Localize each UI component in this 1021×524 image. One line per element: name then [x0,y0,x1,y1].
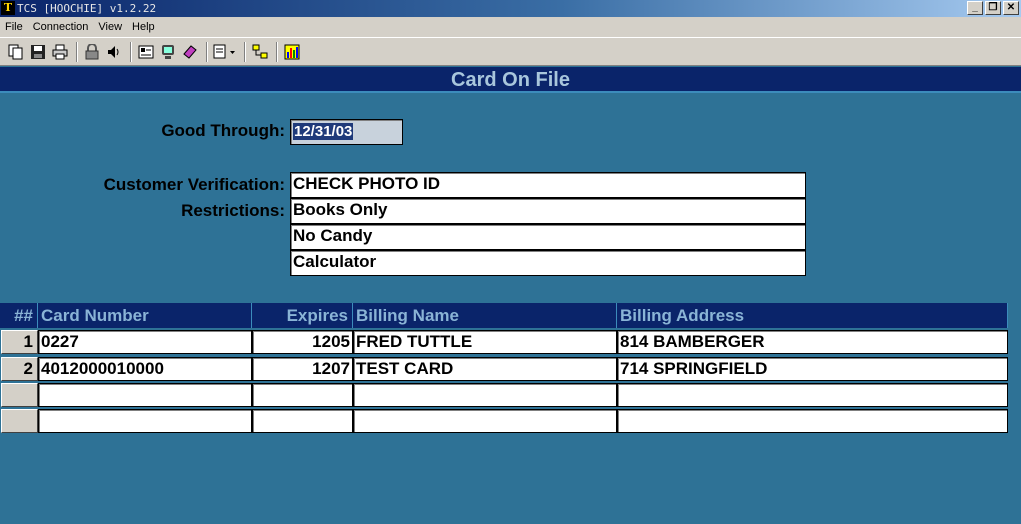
copy-icon[interactable] [6,42,26,62]
restriction-field-1[interactable]: Books Only [290,198,806,224]
column-header-number: ## [0,303,38,328]
billing-address-cell[interactable] [617,383,1008,407]
row-number[interactable]: 2 [1,357,38,381]
page-title: Card On File [451,69,570,91]
billing-name-cell[interactable] [353,383,617,407]
chart-icon[interactable] [282,42,302,62]
good-through-label: Good Through: [161,121,285,140]
restrictions-label: Restrictions: [181,201,285,220]
expires-cell[interactable] [252,409,353,433]
card-number-cell[interactable]: 4012000010000 [38,357,252,381]
menu-help[interactable]: Help [127,21,160,33]
menu-file[interactable]: File [0,21,28,33]
column-header-billing-name[interactable]: Billing Name [353,303,617,328]
toolbar [0,37,1021,66]
card-number-cell[interactable]: 0227 [38,330,252,354]
monitor-icon[interactable] [158,42,178,62]
toolbar-separator [76,41,78,62]
restriction-field-3[interactable]: Calculator [290,250,806,276]
window-title: TCS [HOOCHIE] v1.2.22 [17,2,157,15]
toolbar-separator [244,41,246,62]
network-icon[interactable] [250,42,270,62]
billing-address-cell[interactable]: 814 BAMBERGER [617,330,1008,354]
column-header-card-number[interactable]: Card Number [38,303,252,328]
billing-address-cell[interactable] [617,409,1008,433]
menu-view[interactable]: View [93,21,127,33]
menu-connection[interactable]: Connection [28,21,94,33]
minimize-button[interactable]: _ [967,1,983,15]
column-header-expires[interactable]: Expires [252,303,353,328]
print-icon[interactable] [50,42,70,62]
app-icon[interactable]: T [1,1,15,15]
properties-icon[interactable] [136,42,156,62]
billing-address-cell[interactable]: 714 SPRINGFIELD [617,357,1008,381]
expires-cell[interactable] [252,383,353,407]
column-header-billing-address[interactable]: Billing Address [617,303,1008,328]
expires-cell[interactable]: 1207 [252,357,353,381]
title-bar: T TCS [HOOCHIE] v1.2.22 _ ❐ ✕ [0,0,1021,17]
good-through-field[interactable]: 12/31/03 [290,119,403,145]
billing-name-cell[interactable]: FRED TUTTLE [353,330,617,354]
billing-name-cell[interactable] [353,409,617,433]
expires-cell[interactable]: 1205 [252,330,353,354]
page-header: Card On File [0,67,1021,93]
toolbar-separator [130,41,132,62]
customer-verification-label: Customer Verification: [103,175,285,194]
sound-icon[interactable] [104,42,124,62]
card-number-cell[interactable] [38,383,252,407]
lock-icon[interactable] [82,42,102,62]
toolbar-separator [276,41,278,62]
row-number[interactable]: 1 [1,330,38,354]
row-number[interactable] [1,383,38,407]
dropdown-doc-icon[interactable] [212,42,238,62]
menu-bar: File Connection View Help [0,17,1021,37]
row-number[interactable] [1,409,38,433]
restriction-field-2[interactable]: No Candy [290,224,806,250]
customer-verification-field[interactable]: CHECK PHOTO ID [290,172,806,198]
restore-button[interactable]: ❐ [985,1,1001,15]
save-icon[interactable] [28,42,48,62]
billing-name-cell[interactable]: TEST CARD [353,357,617,381]
close-button[interactable]: ✕ [1003,1,1019,15]
card-number-cell[interactable] [38,409,252,433]
good-through-value: 12/31/03 [293,123,354,140]
book-icon[interactable] [180,42,200,62]
toolbar-separator [206,41,208,62]
